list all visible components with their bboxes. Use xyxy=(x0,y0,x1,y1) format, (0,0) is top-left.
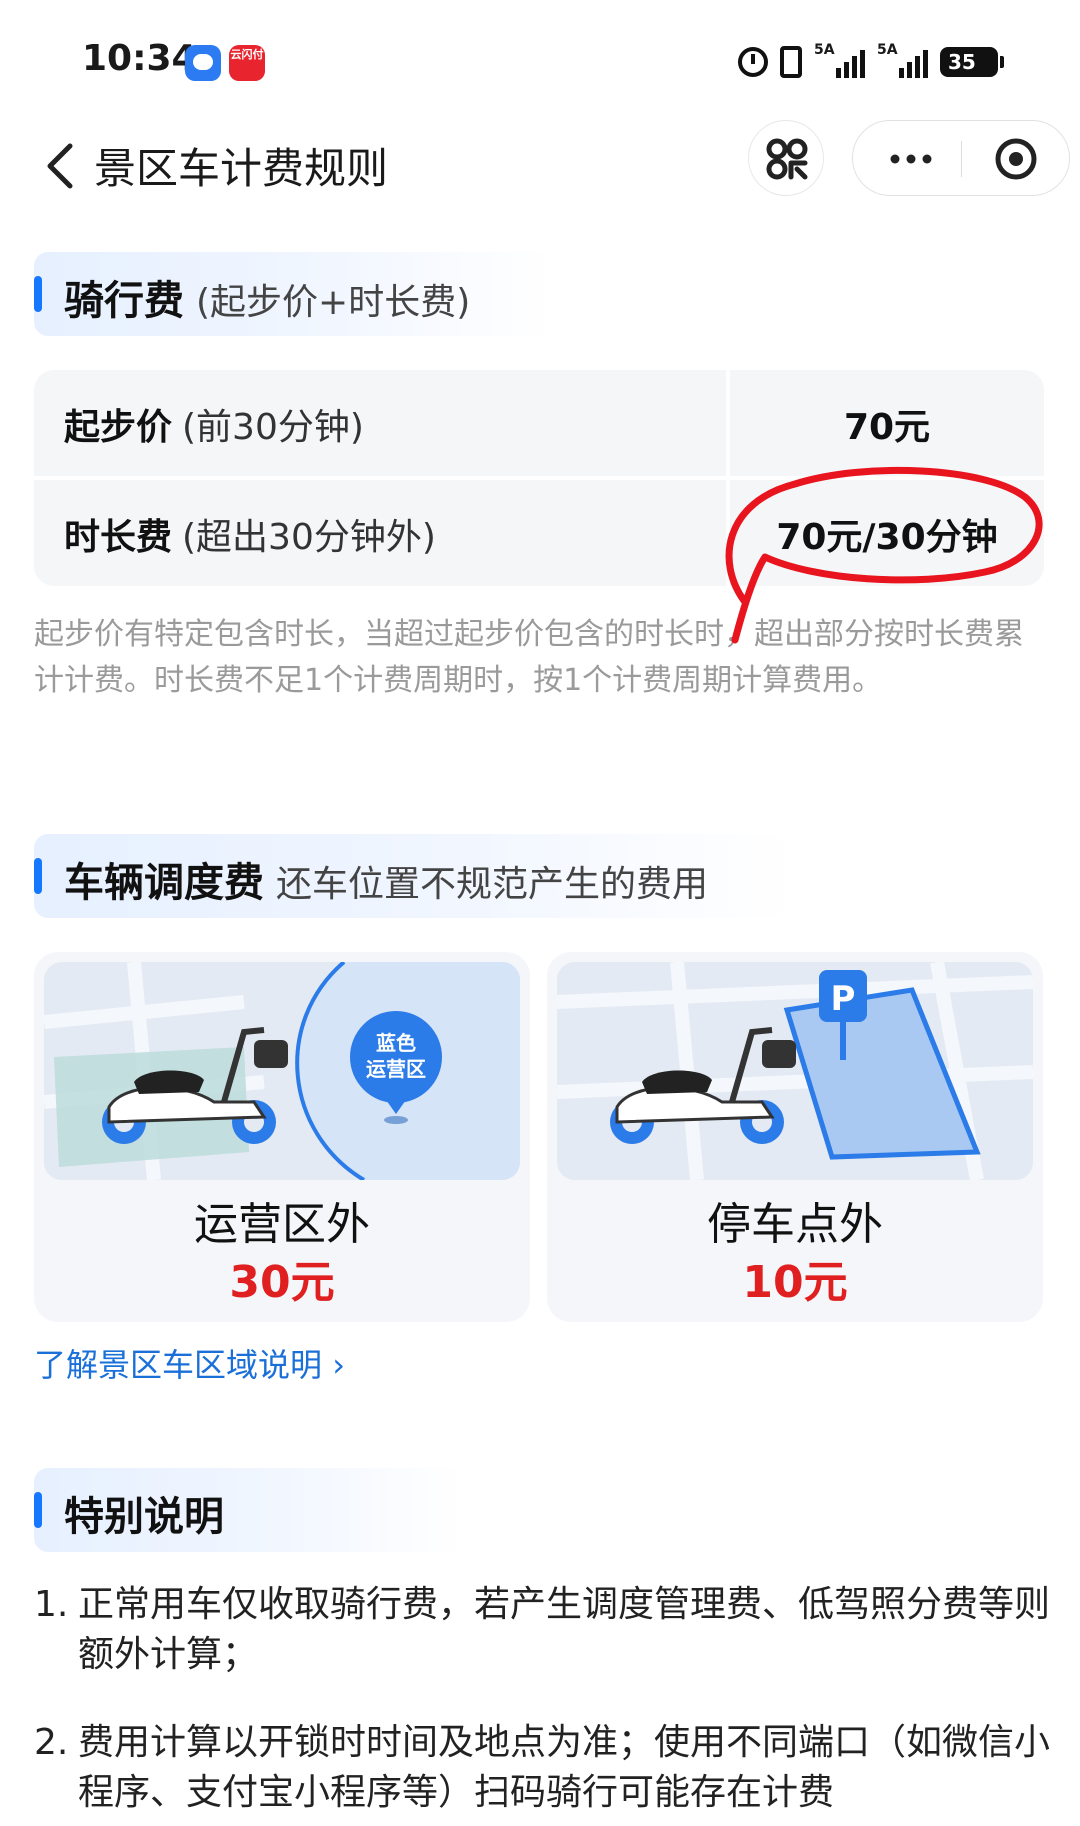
nav-header: 景区车计费规则 xyxy=(0,120,1080,230)
fee-note: (超出30分钟外) xyxy=(182,517,436,558)
mini-program-capsule xyxy=(852,120,1070,196)
table-row: 起步价 (前30分钟) 70元 xyxy=(34,370,1044,480)
area-explanation-link[interactable]: 了解景区车区域说明 › xyxy=(34,1340,345,1386)
fee-note: (前30分钟) xyxy=(182,407,364,448)
section-title: 车辆调度费 还车位置不规范产生的费用 xyxy=(64,860,709,906)
parking-p-label: P xyxy=(831,979,856,1019)
card-label: 停车点外 xyxy=(707,1199,883,1250)
fee-price: 70元 xyxy=(843,407,931,448)
list-item-number: 1. xyxy=(34,1584,69,1625)
fee-name: 起步价 (前30分钟) xyxy=(64,407,364,448)
back-arrow-icon[interactable] xyxy=(34,136,94,196)
section-accent-bar xyxy=(34,1492,42,1528)
scan-icon xyxy=(766,138,808,180)
dispatch-fee-header: 车辆调度费 还车位置不规范产生的费用 xyxy=(34,834,794,918)
close-mini-program-icon[interactable] xyxy=(993,136,1039,182)
red-circle-annotation xyxy=(725,466,1043,644)
capsule-divider xyxy=(961,141,962,177)
out-of-area-illustration: 蓝色 运营区 xyxy=(44,962,520,1180)
pin-label-line2: 运营区 xyxy=(366,1057,426,1081)
status-time: 10:34 xyxy=(82,38,197,79)
out-of-area-card: 蓝色 运营区 运营区外 30元 xyxy=(34,952,530,1322)
pay-app-icon: 云闪付 xyxy=(229,45,265,81)
list-item: 1. 正常用车仅收取骑行费，若产生调度管理费、低驾照分费等则额外计算； xyxy=(34,1580,1054,1680)
scan-button[interactable] xyxy=(748,120,824,196)
more-icon[interactable] xyxy=(885,143,937,175)
signal-label: 5A xyxy=(877,42,898,58)
page-title: 景区车计费规则 xyxy=(94,144,389,193)
battery-icon: 35 xyxy=(940,47,1004,77)
section-title: 特别说明 xyxy=(64,1494,224,1540)
special-notes-header: 特别说明 xyxy=(34,1468,464,1552)
chevron-right-icon: › xyxy=(322,1346,345,1384)
riding-fee-header: 骑行费 (起步价+时长费) xyxy=(34,252,554,336)
fee-name: 时长费 (超出30分钟外) xyxy=(64,517,436,558)
message-app-icon xyxy=(185,45,221,81)
section-accent-bar xyxy=(34,858,42,894)
signal-icon: 5A xyxy=(877,42,928,78)
section-subtitle: 还车位置不规范产生的费用 xyxy=(276,864,709,905)
section-subtitle: (起步价+时长费) xyxy=(196,282,471,323)
signal-icon: 5A xyxy=(814,42,865,78)
out-of-parking-illustration: P xyxy=(557,962,1033,1180)
section-accent-bar xyxy=(34,276,42,312)
card-price: 30元 xyxy=(229,1257,335,1308)
section-title: 骑行费 (起步价+时长费) xyxy=(64,278,471,324)
list-item-text: 正常用车仅收取骑行费，若产生调度管理费、低驾照分费等则额外计算； xyxy=(78,1584,1051,1675)
out-of-parking-card: P 停车点外 10元 xyxy=(547,952,1043,1322)
list-item-text: 费用计算以开锁时时间及地点为准；使用不同端口（如微信小程序、支付宝小程序等）扫码… xyxy=(78,1722,1051,1813)
alarm-icon xyxy=(738,47,768,77)
special-notes-list: 1. 正常用车仅收取骑行费，若产生调度管理费、低驾照分费等则额外计算； 2. 费… xyxy=(34,1580,1054,1826)
list-item-number: 2. xyxy=(34,1722,69,1763)
signal-label: 5A xyxy=(814,42,835,58)
page: { "status_bar": { "time": "10:34", "pay_… xyxy=(0,0,1080,1826)
card-price: 10元 xyxy=(742,1257,848,1308)
pin-label-line1: 蓝色 xyxy=(376,1031,416,1055)
status-icons: 5A 5A 35 xyxy=(738,42,1004,82)
status-bar: 10:34 云闪付 5A 5A 35 xyxy=(0,0,1080,120)
vibrate-icon xyxy=(780,46,802,78)
card-label: 运营区外 xyxy=(194,1199,370,1250)
list-item: 2. 费用计算以开锁时时间及地点为准；使用不同端口（如微信小程序、支付宝小程序等… xyxy=(34,1718,1054,1818)
